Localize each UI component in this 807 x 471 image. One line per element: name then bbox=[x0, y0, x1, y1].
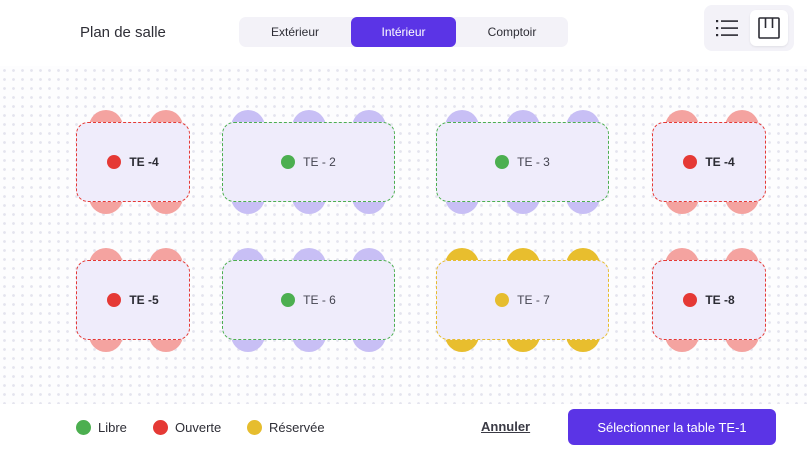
table-unit: TE -4 bbox=[76, 110, 190, 214]
table-card[interactable]: TE -4 bbox=[76, 122, 190, 202]
list-view-button[interactable] bbox=[708, 10, 746, 46]
table-label: TE - 7 bbox=[517, 293, 550, 307]
location-tabs: Extérieur Intérieur Comptoir bbox=[239, 17, 568, 47]
status-dot bbox=[107, 155, 122, 169]
table-unit: TE - 7 bbox=[436, 248, 609, 352]
table-card[interactable]: TE -4 bbox=[652, 122, 766, 202]
tab-exterieur[interactable]: Extérieur bbox=[239, 17, 351, 47]
status-dot bbox=[683, 155, 698, 169]
cancel-link[interactable]: Annuler bbox=[481, 419, 530, 434]
legend-ouverte-label: Ouverte bbox=[175, 419, 222, 435]
table-label: TE - 6 bbox=[303, 293, 336, 307]
footer: Libre Ouverte Réservée Annuler Sélection… bbox=[0, 404, 807, 471]
tab-interieur[interactable]: Intérieur bbox=[351, 17, 456, 47]
table-label: TE -5 bbox=[129, 293, 159, 307]
table-unit: TE -8 bbox=[652, 248, 766, 352]
status-dot bbox=[281, 293, 296, 307]
status-dot bbox=[281, 155, 296, 169]
table-label: TE - 3 bbox=[517, 155, 550, 169]
legend-ouverte: Ouverte bbox=[153, 419, 221, 435]
legend-reservee: Réservée bbox=[247, 419, 325, 435]
plan-view-button[interactable] bbox=[750, 10, 788, 46]
table-unit: TE - 6 bbox=[222, 248, 395, 352]
status-dot bbox=[107, 293, 122, 307]
table-label: TE -4 bbox=[129, 155, 159, 169]
legend-libre-label: Libre bbox=[98, 419, 127, 435]
floor-plan-icon bbox=[758, 17, 780, 39]
table-label: TE -4 bbox=[705, 155, 735, 169]
list-icon bbox=[716, 20, 738, 37]
select-table-button[interactable]: Sélectionner la table TE-1 bbox=[568, 409, 776, 445]
table-unit: TE -4 bbox=[652, 110, 766, 214]
table-card[interactable]: TE - 2 bbox=[222, 122, 395, 202]
table-unit: TE - 2 bbox=[222, 110, 395, 214]
table-card[interactable]: TE -5 bbox=[76, 260, 190, 340]
table-unit: TE - 3 bbox=[436, 110, 609, 214]
legend-ouverte-dot bbox=[153, 419, 168, 435]
table-card[interactable]: TE -8 bbox=[652, 260, 766, 340]
status-dot bbox=[495, 293, 510, 307]
status-dot bbox=[495, 155, 510, 169]
tab-comptoir[interactable]: Comptoir bbox=[456, 17, 568, 47]
status-dot bbox=[683, 293, 698, 307]
table-card[interactable]: TE - 3 bbox=[436, 122, 609, 202]
table-label: TE - 2 bbox=[303, 155, 336, 169]
table-unit: TE -5 bbox=[76, 248, 190, 352]
view-toggle bbox=[704, 5, 794, 51]
legend-libre: Libre bbox=[76, 419, 127, 435]
legend-reservee-label: Réservée bbox=[269, 419, 325, 435]
page-title: Plan de salle bbox=[80, 24, 166, 41]
legend-libre-dot bbox=[76, 419, 91, 435]
legend-reservee-dot bbox=[247, 419, 262, 435]
table-label: TE -8 bbox=[705, 293, 735, 307]
table-card[interactable]: TE - 7 bbox=[436, 260, 609, 340]
header: Plan de salle Extérieur Intérieur Compto… bbox=[0, 0, 807, 66]
floor-plan: TE -4 TE - 2 TE - 3 TE -4 TE -5 TE - 6 TE - 7 T… bbox=[0, 66, 807, 404]
table-card[interactable]: TE - 6 bbox=[222, 260, 395, 340]
